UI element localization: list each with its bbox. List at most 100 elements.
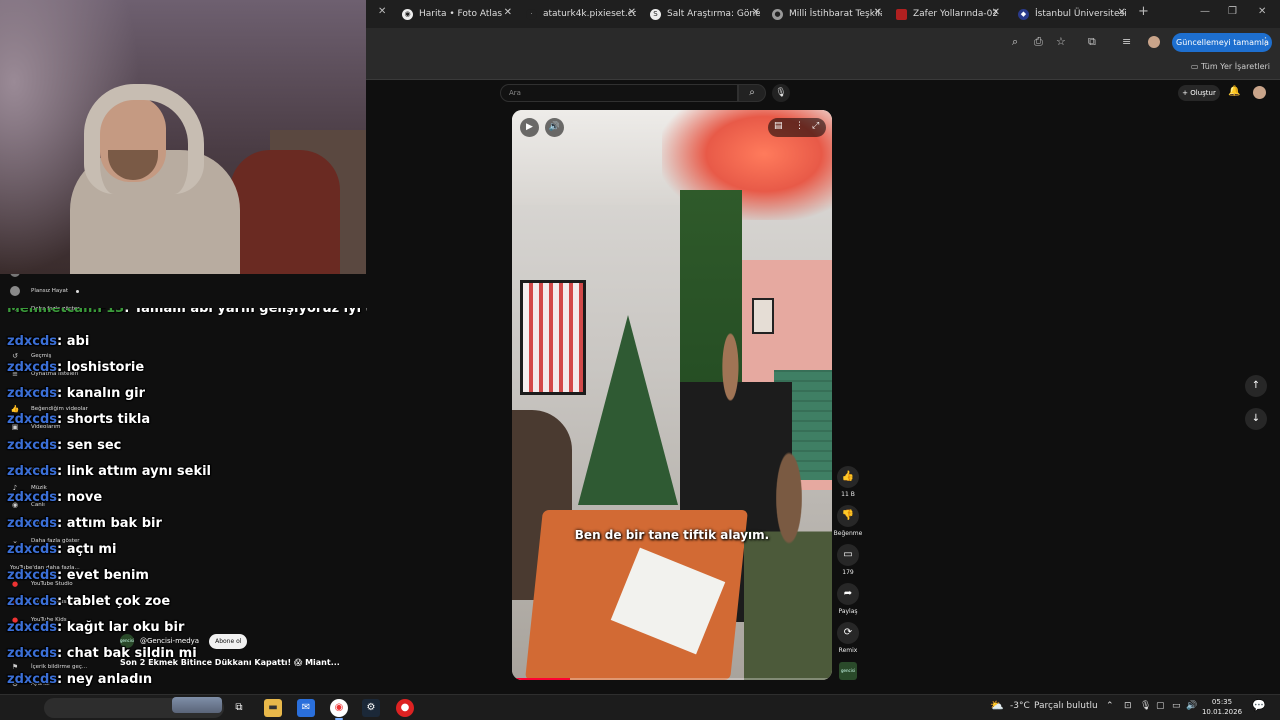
chat-message: zdxcds: evet benim [7,568,149,586]
subscribe-button[interactable]: Abone ol [209,633,248,649]
chat-text: : ney anladın [57,672,153,687]
close-tab-icon[interactable]: ✕ [504,7,512,18]
next-short-button[interactable]: ↓ [1245,408,1267,430]
search-input[interactable]: Ara [500,84,738,102]
close-tab-icon[interactable]: ✕ [1118,7,1126,18]
weather-desc[interactable]: Parçalı bulutlu [1034,701,1098,711]
close-tab-icon[interactable]: ✕ [378,6,386,17]
chat-message: zdxcds: ney anladın [7,672,152,690]
chat-username: zdxcds [7,646,58,661]
clock[interactable]: 05:35 10.01.2026 [1200,697,1244,717]
close-tab-icon[interactable]: ✕ [992,7,1000,18]
chat-text: : abi [57,334,90,349]
weather-temp[interactable]: -3°C [1010,701,1030,711]
minimize-icon[interactable]: — [1200,6,1210,17]
chat-message: zdxcds: tablet çok zoe [7,594,170,612]
notification-icon[interactable]: 💬 [1252,699,1266,712]
dislike-button[interactable]: 👎 Beğenme [834,505,862,537]
comments-button[interactable]: ▭ 179 [836,544,860,576]
close-tab-icon[interactable]: ✕ [752,7,760,18]
update-button[interactable]: Güncellemeyi tamamla [1172,33,1272,52]
steam-icon[interactable]: ⚙ [362,699,380,717]
play-icon[interactable]: ▶ [520,118,539,137]
bookmarks-bar: ▭ Tüm Yer İşaretleri [366,56,1280,80]
weather-icon[interactable]: ⛅ [990,699,1004,712]
chat-message: zdxcds: açtı mi [7,542,116,560]
close-tab-icon[interactable]: ✕ [628,7,636,18]
like-button[interactable]: 👍 11 B [836,466,860,498]
profile-avatar[interactable] [1148,36,1160,48]
browser-tab[interactable]: S Salt Araştırma: Gönen ✕ [650,3,760,25]
chat-text: : evet benim [57,568,149,583]
share-button[interactable]: ➦ Paylaş [836,583,860,615]
install-icon[interactable]: ⎙ [1034,35,1043,49]
thumbs-down-icon: 👎 [837,505,859,527]
audio-thumbnail[interactable]: gencisi [839,662,857,680]
chat-username: zdxcds [7,672,58,687]
comment-icon: ▭ [837,544,859,566]
zoom-icon[interactable]: ⌕ [1012,35,1018,49]
chrome-icon[interactable]: ◉ [330,699,348,717]
browser-tab[interactable]: ● Milli İstihbarat Teşkilatı ✕ [772,3,882,25]
history-icon: ↺ [12,352,18,360]
extensions-icon[interactable]: ⧉ [1088,35,1096,49]
sidebar-item-subscription[interactable]: Plansız Hayat [10,285,80,297]
chat-username: zdxcds [7,568,58,583]
chat-message: zdxcds: attım bak bir [7,516,162,534]
flag-icon: ⚑ [11,663,19,671]
chat-message: zdxcds: shorts tikla [7,412,150,430]
search-icon[interactable]: ⌕ [738,84,766,102]
shorts-video-player[interactable]: Ben de bir tane tiftik alayım. ▶ 🔊 ▤ ⋮ ⤢ [512,110,832,680]
bookmark-red-icon [896,8,907,20]
live-dot-icon [76,289,80,293]
browser-tab[interactable]: ◉ Harita • Foto Atlas ✕ [402,3,512,25]
new-tab-button[interactable]: + [1138,4,1149,19]
chat-username: zdxcds [7,360,58,375]
chat-username: zdxcds [7,516,58,531]
outlook-icon[interactable]: ✉ [297,699,315,717]
app-icon[interactable]: ● [396,699,414,717]
tray-app-icon[interactable]: ⊡ [1124,701,1132,711]
chat-message-partial: Mehmetcan.F13: Tamam abi yarın gelişiyor… [7,308,367,316]
task-view-icon[interactable]: ⧉ [230,699,248,717]
create-button[interactable]: + Oluştur [1178,85,1220,101]
file-explorer-icon[interactable]: ▬ [264,699,282,717]
university-icon: ◆ [1018,8,1029,20]
search-highlight-image [172,697,222,713]
thumbs-up-icon: 👍 [837,466,859,488]
browser-tab[interactable]: · ataturk4k.pixieset.com ✕ [526,3,636,25]
avatar[interactable] [1253,86,1266,99]
close-tab-icon[interactable]: ✕ [874,7,882,18]
all-bookmarks-button[interactable]: ▭ Tüm Yer İşaretleri [1191,62,1270,71]
menu-dots-icon[interactable]: ⋮ [1260,35,1271,48]
network-icon[interactable]: ▭ [1172,701,1181,711]
display-icon[interactable]: ▢ [1156,701,1165,711]
restore-icon[interactable]: ❐ [1228,6,1237,17]
progress-bar[interactable] [512,678,832,680]
browser-tab[interactable]: Zafer Yollarında-02 - ✕ [896,3,1000,25]
volume-icon[interactable]: 🔊 [545,118,564,137]
webcam-overlay [0,0,366,274]
fullscreen-icon[interactable]: ⤢ [812,121,819,131]
more-icon[interactable]: ⋮ [795,121,804,131]
close-window-icon[interactable]: ✕ [1258,6,1266,17]
channel-name[interactable]: @Gencisi-medya [140,637,199,645]
browser-tab[interactable]: ◆ İstanbul Üniversitesi ✕ [1018,3,1126,25]
chevron-up-icon[interactable]: ⌃ [1106,701,1114,711]
bell-icon[interactable]: 🔔 [1228,86,1240,97]
chat-text: : attım bak bir [57,516,162,531]
captions-icon[interactable]: ▤ [774,121,783,131]
globe-icon: ◉ [402,8,413,20]
previous-short-button[interactable]: ↑ [1245,375,1267,397]
chat-message: zdxcds: chat bak sildin mi [7,646,197,664]
star-icon[interactable]: ☆ [1056,35,1066,48]
chat-username: zdxcds [7,620,58,635]
video-subtitle: Ben de bir tane tiftik alayım. [574,528,770,542]
mic-icon[interactable]: 🎙 [1140,701,1151,711]
reading-list-icon[interactable]: ≡ [1122,35,1131,48]
mic-icon[interactable]: 🎙 [772,84,790,102]
remix-button[interactable]: ⟳ Remix [836,622,860,654]
progress-fill [512,678,570,680]
volume-icon[interactable]: 🔊 [1186,701,1197,711]
chat-username: zdxcds [7,542,58,557]
